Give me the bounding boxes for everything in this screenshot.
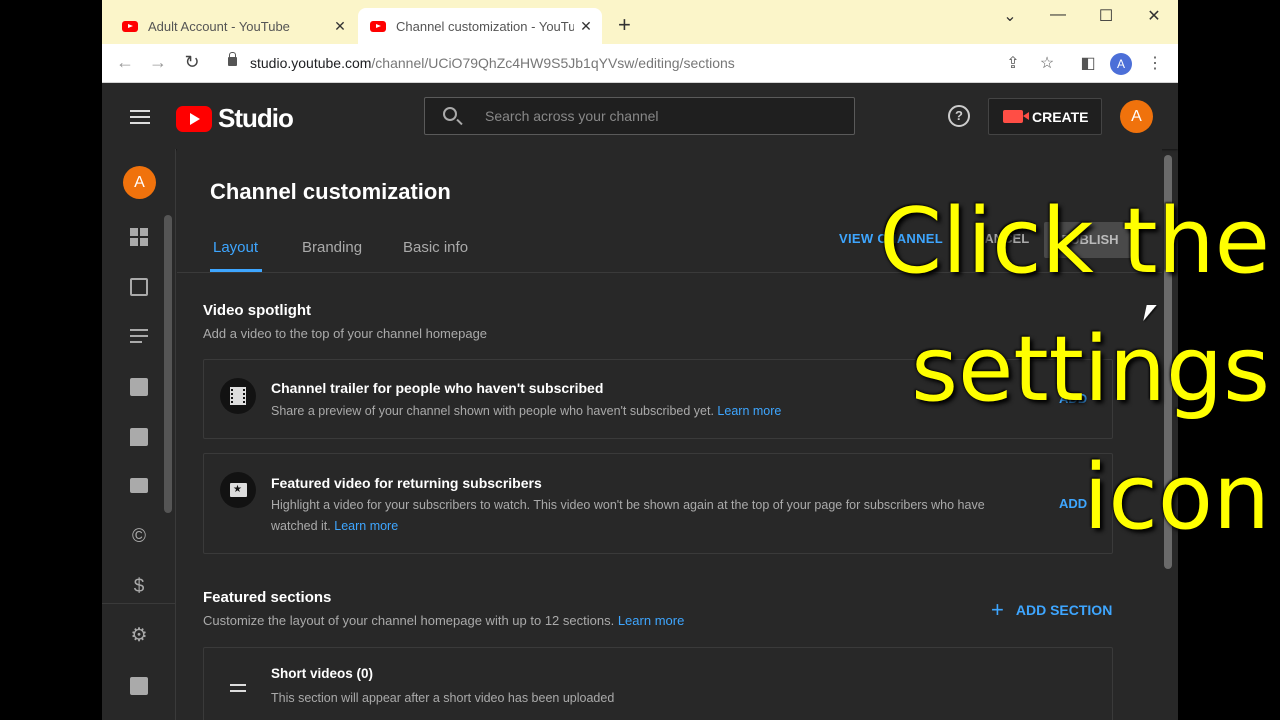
create-label: CREATE — [1032, 108, 1089, 125]
video-spotlight-desc: Add a video to the top of your channel h… — [203, 326, 488, 341]
sidebar-scrollbar[interactable] — [164, 215, 172, 513]
studio-logo[interactable]: Studio — [176, 103, 294, 134]
tab-branding[interactable]: Branding — [302, 239, 362, 256]
menu-icon[interactable] — [130, 110, 150, 128]
playlists-icon[interactable] — [127, 325, 151, 349]
add-section-label: ADD SECTION — [1015, 602, 1113, 618]
settings-icon[interactable]: ⚙ — [127, 624, 151, 648]
card-title: Short videos (0) — [271, 666, 374, 681]
video-camera-icon — [1003, 110, 1029, 123]
view-channel-button[interactable]: VIEW CHANNEL — [839, 231, 943, 246]
tab-basic-info[interactable]: Basic info — [403, 239, 468, 256]
card-title: Channel trailer for people who haven't s… — [271, 380, 604, 396]
short-videos-section-card: Short videos (0) This section will appea… — [203, 647, 1113, 720]
comments-icon[interactable] — [127, 425, 151, 449]
copyright-icon[interactable]: © — [127, 525, 151, 549]
back-arrow-icon[interactable]: ← — [113, 52, 137, 73]
learn-more-link[interactable]: Learn more — [618, 613, 684, 628]
tab-layout[interactable]: Layout — [213, 239, 258, 256]
publish-button[interactable]: PUBLISH — [1044, 222, 1136, 258]
side-panel-icon[interactable]: ◧ — [1077, 53, 1099, 73]
card-desc: This section will appear after a short v… — [271, 691, 615, 705]
tab-close-icon[interactable]: ✕ — [574, 18, 598, 35]
card-desc: Share a preview of your channel shown wi… — [271, 401, 781, 422]
plus-icon: + — [991, 597, 1004, 622]
card-desc-text: Share a preview of your channel shown wi… — [271, 404, 714, 418]
clapperboard-icon — [220, 472, 256, 508]
tab-adult-account[interactable]: Adult Account - YouTube ✕ — [110, 8, 356, 44]
subtitles-icon[interactable] — [127, 475, 151, 499]
main-scrollbar[interactable] — [1164, 155, 1172, 569]
lock-icon[interactable] — [228, 52, 237, 66]
url-field[interactable]: studio.youtube.com/channel/UCiO79QhZc4HW… — [250, 55, 735, 71]
sidebar-divider — [102, 603, 176, 604]
minimize-button[interactable]: — — [1043, 6, 1073, 24]
forward-arrow-icon[interactable]: → — [146, 52, 170, 73]
address-bar: ← → ↻ studio.youtube.com/channel/UCiO79Q… — [102, 44, 1178, 83]
browser-window: Adult Account - YouTube ✕ Channel custom… — [102, 0, 1178, 720]
card-desc-line2: watched it. — [271, 519, 331, 533]
youtube-logo-icon — [176, 105, 212, 132]
card-desc-line1: Highlight a video for your subscribers t… — [271, 498, 985, 512]
feedback-icon[interactable] — [127, 674, 151, 698]
search-icon — [443, 107, 457, 121]
featured-sections-title: Featured sections — [203, 589, 332, 606]
learn-more-link[interactable]: Learn more — [334, 519, 398, 533]
channel-trailer-card: Channel trailer for people who haven't s… — [203, 359, 1113, 439]
search-input[interactable]: Search across your channel — [424, 97, 855, 135]
add-featured-video-button[interactable]: ADD — [1059, 496, 1087, 511]
tab-close-icon[interactable]: ✕ — [328, 18, 352, 35]
tab-title: Adult Account - YouTube — [148, 18, 290, 34]
share-icon[interactable]: ⇪ — [1002, 53, 1024, 73]
url-path: /channel/UCiO79QhZc4HW9S5Jb1qYVsw/editin… — [371, 55, 735, 71]
active-tab-indicator — [210, 269, 262, 272]
learn-more-link[interactable]: Learn more — [717, 404, 781, 418]
logo-text: Studio — [218, 103, 294, 133]
browser-profile-avatar[interactable]: A — [1110, 53, 1132, 75]
browser-menu-icon[interactable]: ⋮ — [1144, 53, 1166, 73]
earn-icon[interactable]: $ — [127, 575, 151, 599]
tab-search-icon[interactable]: ⌄ — [995, 6, 1025, 26]
featured-sections-desc: Customize the layout of your channel hom… — [203, 613, 684, 628]
tab-strip: Adult Account - YouTube ✕ Channel custom… — [102, 0, 1178, 44]
url-host: studio.youtube.com — [250, 55, 372, 71]
create-button[interactable]: CREATE — [988, 98, 1102, 135]
dashboard-icon[interactable] — [127, 225, 151, 249]
youtube-favicon-icon — [370, 20, 386, 32]
maximize-button[interactable]: ☐ — [1091, 6, 1121, 26]
featured-video-card: Featured video for returning subscribers… — [203, 453, 1113, 554]
film-icon — [220, 378, 256, 414]
main-content: Channel customization Layout Branding Ba… — [177, 149, 1162, 720]
studio-header: Studio Search across your channel ? CREA… — [102, 83, 1178, 149]
new-tab-button[interactable]: + — [618, 14, 631, 36]
card-desc: Highlight a video for your subscribers t… — [271, 495, 985, 537]
content-icon[interactable] — [127, 275, 151, 299]
add-section-button[interactable]: + ADD SECTION — [991, 597, 1113, 622]
tab-channel-customization[interactable]: Channel customization - YouTube ✕ — [358, 8, 602, 44]
drag-handle-icon[interactable] — [230, 684, 246, 696]
video-spotlight-title: Video spotlight — [203, 302, 312, 319]
close-window-button[interactable]: ✕ — [1139, 6, 1169, 26]
analytics-icon[interactable] — [127, 375, 151, 399]
bookmark-star-icon[interactable]: ☆ — [1036, 53, 1058, 73]
search-placeholder: Search across your channel — [485, 108, 659, 124]
add-trailer-button[interactable]: ADD — [1059, 391, 1087, 406]
youtube-favicon-icon — [122, 20, 138, 32]
channel-avatar[interactable]: A — [123, 166, 156, 199]
page-title: Channel customization — [210, 179, 451, 204]
cancel-button[interactable]: CANCEL — [975, 231, 1029, 246]
account-avatar[interactable]: A — [1120, 100, 1153, 133]
help-icon[interactable]: ? — [948, 105, 970, 127]
sidebar: A © $ ⚙ — [102, 149, 176, 720]
featured-sections-desc-text: Customize the layout of your channel hom… — [203, 613, 615, 628]
reload-icon[interactable]: ↻ — [180, 52, 204, 73]
tab-title: Channel customization - YouTube — [396, 18, 574, 34]
card-title: Featured video for returning subscribers — [271, 475, 542, 491]
